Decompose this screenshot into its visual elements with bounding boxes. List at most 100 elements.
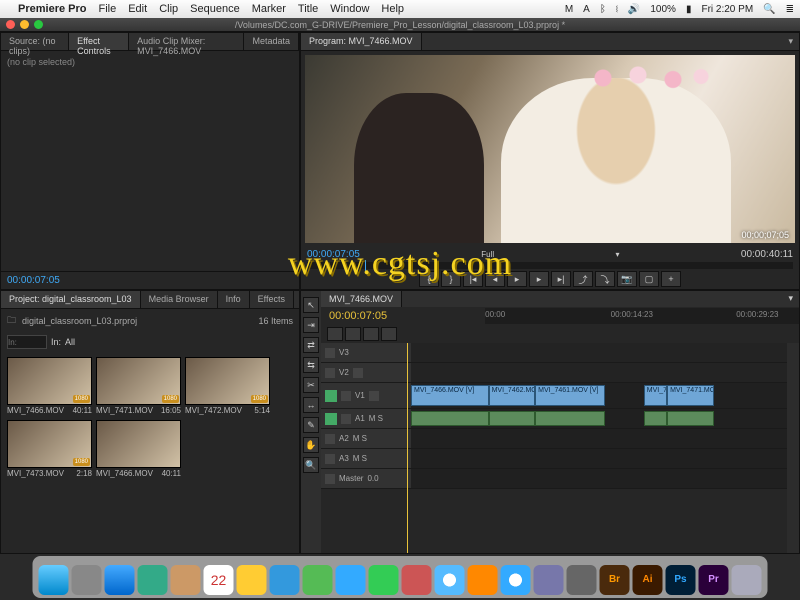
adobe-a-icon[interactable]: A (583, 4, 590, 15)
dock-premiere-icon[interactable]: Pr (699, 565, 729, 595)
track-label[interactable]: A2 (339, 434, 349, 443)
menu-sequence[interactable]: Sequence (190, 3, 240, 15)
lock-icon[interactable] (325, 454, 335, 464)
lock-icon[interactable] (341, 414, 351, 424)
zoom-window-button[interactable] (34, 20, 43, 29)
master-db[interactable]: 0.0 (367, 474, 378, 483)
tab-program[interactable]: Program: MVI_7466.MOV (301, 33, 422, 50)
project-clip[interactable]: 1080 MVI_7471.MOV16:05 (96, 357, 181, 416)
resolution-select[interactable]: ▾ (616, 250, 620, 259)
step-forward-button[interactable]: ▸ (529, 271, 549, 287)
dock-notes-icon[interactable] (237, 565, 267, 595)
dock-appstore-icon[interactable] (501, 565, 531, 595)
tab-metadata[interactable]: Metadata (244, 33, 299, 50)
track-body[interactable] (411, 429, 799, 448)
dock-photobooth-icon[interactable] (402, 565, 432, 595)
tab-project[interactable]: Project: digital_classroom_L03 (1, 291, 141, 308)
project-clip[interactable]: 1080 MVI_7473.MOV2:18 (7, 420, 92, 479)
rolling-edit-tool[interactable]: ⇆ (303, 357, 319, 373)
project-clip[interactable]: 1080 MVI_7472.MOV5:14 (185, 357, 270, 416)
mark-out-button[interactable]: } (441, 271, 461, 287)
timeline-panel-menu-icon[interactable]: ▾ (782, 291, 799, 307)
mute-solo[interactable]: M S (353, 434, 367, 443)
timeline-audio-clip[interactable] (644, 411, 667, 426)
slip-tool[interactable]: ↔ (303, 397, 319, 413)
project-clip[interactable]: 1080 MVI_7466.MOV40:11 (7, 357, 92, 416)
dock-mail-icon[interactable] (138, 565, 168, 595)
mark-in-button[interactable]: { (419, 271, 439, 287)
dock-messages-icon[interactable] (336, 565, 366, 595)
tab-media-browser[interactable]: Media Browser (141, 291, 218, 308)
track-label[interactable]: V2 (339, 368, 349, 377)
play-button[interactable]: ▸ (507, 271, 527, 287)
tab-info[interactable]: Info (218, 291, 250, 308)
safe-margins-button[interactable]: ▢ (639, 271, 659, 287)
export-frame-button[interactable]: 📷 (617, 271, 637, 287)
dock-safari-icon[interactable] (105, 565, 135, 595)
razor-tool[interactable]: ✂ (303, 377, 319, 393)
eye-icon[interactable] (353, 368, 363, 378)
dock-itunes-icon[interactable] (435, 565, 465, 595)
dock-contacts-icon[interactable] (171, 565, 201, 595)
track-body[interactable] (411, 409, 799, 428)
dock-facetime-icon[interactable] (369, 565, 399, 595)
step-back-button[interactable]: ◂ (485, 271, 505, 287)
timeline-audio-clip[interactable] (411, 411, 489, 426)
lock-icon[interactable] (325, 434, 335, 444)
marker-button[interactable] (363, 327, 379, 341)
timeline-clip[interactable]: MVI_74 (644, 385, 667, 406)
lock-icon[interactable] (325, 474, 335, 484)
track-body[interactable] (411, 343, 799, 362)
source-timecode[interactable]: 00:00:07:05 (7, 275, 60, 286)
dock-illustrator-icon[interactable]: Ai (633, 565, 663, 595)
dock-trash-icon[interactable] (732, 565, 762, 595)
tab-effect-controls[interactable]: Effect Controls (69, 33, 129, 50)
hand-tool[interactable]: ✋ (303, 437, 319, 453)
track-label[interactable]: A1 (355, 414, 365, 423)
track-body[interactable] (411, 449, 799, 468)
track-label[interactable]: V3 (339, 348, 349, 357)
menu-title[interactable]: Title (298, 3, 318, 15)
sequence-tab[interactable]: MVI_7466.MOV (321, 291, 402, 307)
dock-sysprefs-icon[interactable] (567, 565, 597, 595)
go-to-in-button[interactable]: |◂ (463, 271, 483, 287)
snap-toggle[interactable] (327, 327, 343, 341)
program-position-bar[interactable] (307, 262, 793, 269)
timeline-clip[interactable]: MVI_7461.MOV [V] (535, 385, 605, 406)
ripple-edit-tool[interactable]: ⇄ (303, 337, 319, 353)
dock-launchpad-icon[interactable] (72, 565, 102, 595)
dock-preview-icon[interactable] (534, 565, 564, 595)
mute-solo[interactable]: M S (353, 454, 367, 463)
panel-menu-icon[interactable]: ▾ (782, 33, 799, 50)
dock-maps-icon[interactable] (303, 565, 333, 595)
settings-button[interactable]: + (661, 271, 681, 287)
settings-icon[interactable] (381, 327, 397, 341)
track-label[interactable]: V1 (355, 391, 365, 400)
volume-icon[interactable]: 🔊 (628, 4, 640, 15)
timeline-vertical-scrollbar[interactable] (787, 343, 799, 553)
dock-calendar-icon[interactable]: 22 (204, 565, 234, 595)
lock-icon[interactable] (325, 348, 335, 358)
go-to-out-button[interactable]: ▸| (551, 271, 571, 287)
project-search-input[interactable] (7, 335, 47, 349)
timeline-audio-clip[interactable] (667, 411, 714, 426)
track-target[interactable] (325, 390, 337, 402)
timeline-audio-clip[interactable] (535, 411, 605, 426)
dock-ibooks-icon[interactable] (468, 565, 498, 595)
timeline-clip[interactable]: MVI_7466.MOV [V] (411, 385, 489, 406)
track-target[interactable] (325, 413, 337, 425)
linked-selection-toggle[interactable] (345, 327, 361, 341)
track-body[interactable]: MVI_7466.MOV [V] MVI_7462.MO MVI_7461.MO… (411, 383, 799, 408)
eye-icon[interactable] (369, 391, 379, 401)
close-window-button[interactable] (6, 20, 15, 29)
playhead[interactable] (407, 343, 408, 553)
menu-window[interactable]: Window (330, 3, 369, 15)
pen-tool[interactable]: ✎ (303, 417, 319, 433)
menu-marker[interactable]: Marker (252, 3, 286, 15)
selection-tool[interactable]: ↖ (303, 297, 319, 313)
spotlight-icon[interactable]: 🔍 (763, 4, 775, 15)
track-body[interactable] (411, 469, 799, 488)
timeline-clip[interactable]: MVI_7462.MO (489, 385, 536, 406)
tab-source[interactable]: Source: (no clips) (1, 33, 69, 50)
zoom-select[interactable]: Full (481, 250, 494, 259)
